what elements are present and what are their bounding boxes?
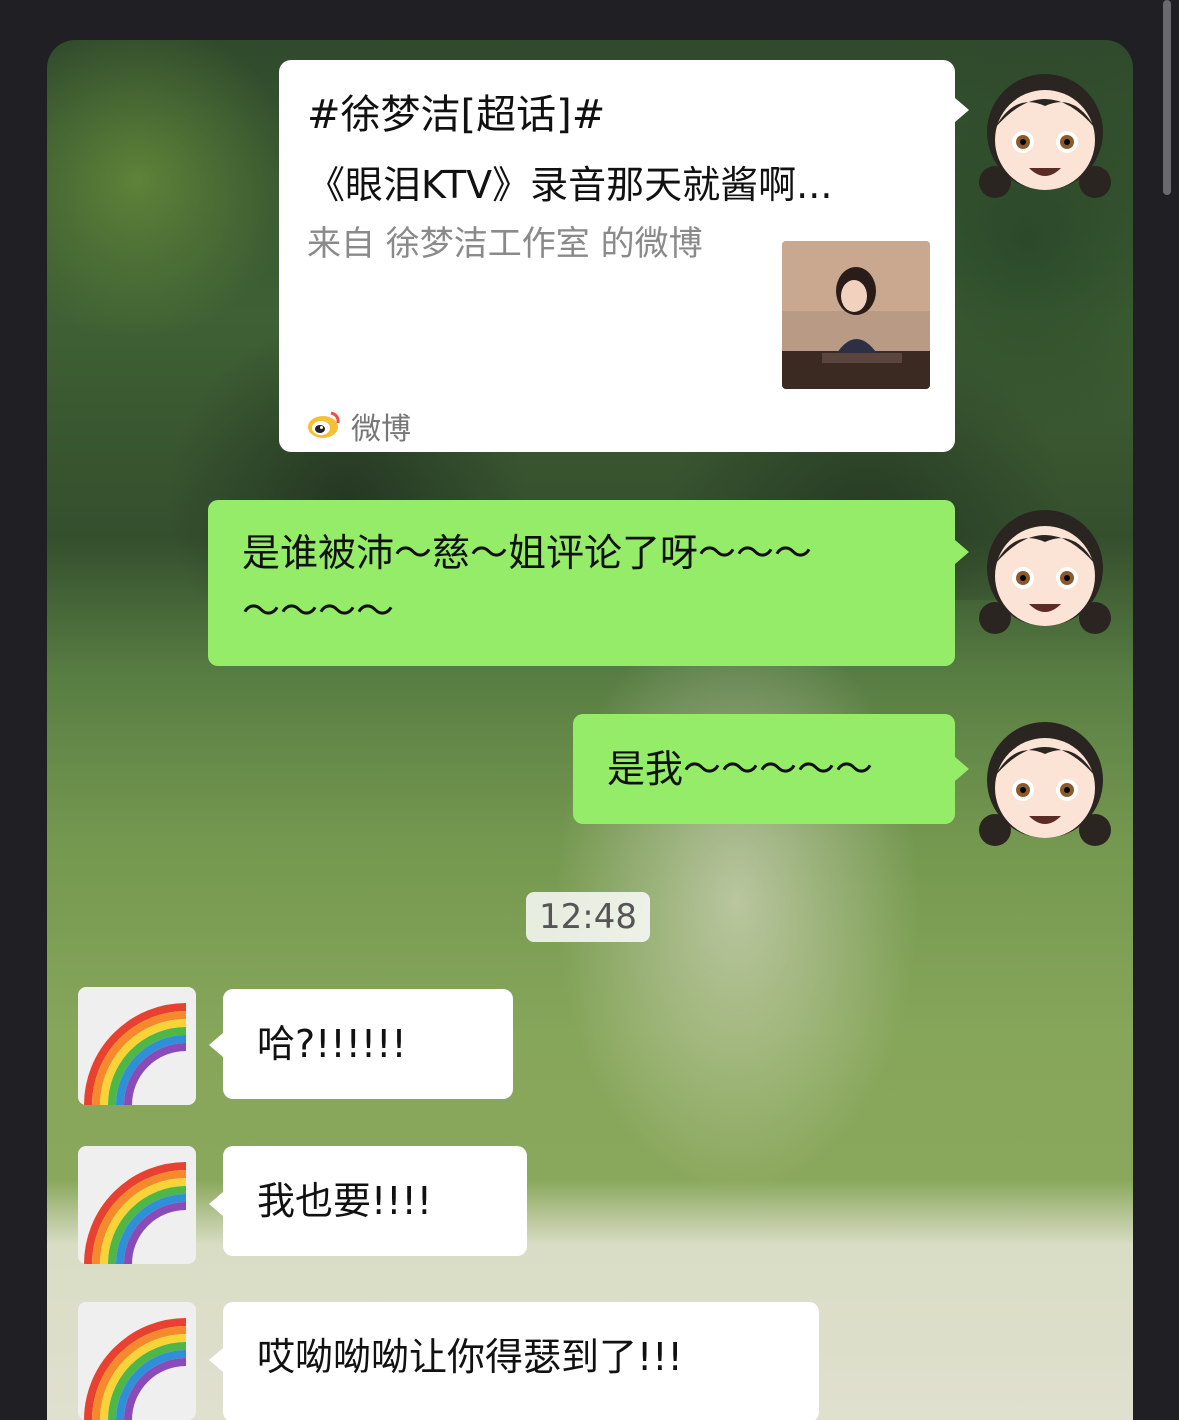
self-avatar[interactable] <box>965 44 1125 204</box>
card-thumbnail[interactable] <box>782 241 930 389</box>
scrollbar[interactable] <box>1163 0 1171 195</box>
message-text: 我也要!!!! <box>257 1179 432 1223</box>
card-footer: 微博 <box>307 406 411 447</box>
card-app-label: 微博 <box>351 412 411 447</box>
message-timestamp: 12:48 <box>526 892 650 942</box>
self-avatar[interactable] <box>965 692 1125 852</box>
message-text-line: 是谁被沛～慈～姐评论了呀～～～ <box>242 531 813 575</box>
message-text: 哎呦呦呦让你得瑟到了!!! <box>257 1335 683 1379</box>
sent-message-bubble[interactable]: 是我～～～～～ <box>573 714 955 824</box>
bubble-tail <box>209 1192 223 1216</box>
received-message-bubble[interactable]: 哎呦呦呦让你得瑟到了!!! <box>223 1302 819 1420</box>
message-text: 是我～～～～～ <box>607 747 874 791</box>
rainbow-avatar[interactable] <box>78 1146 196 1264</box>
card-source: 来自 徐梦洁工作室 的微博 <box>307 224 703 264</box>
received-message-bubble[interactable]: 我也要!!!! <box>223 1146 527 1256</box>
sent-message-bubble[interactable]: 是谁被沛～慈～姐评论了呀～～～ ～～～～ <box>208 500 955 666</box>
rainbow-avatar[interactable] <box>78 1302 196 1420</box>
message-text: 哈?!!!!!! <box>257 1022 407 1066</box>
weibo-share-card[interactable]: #徐梦洁[超话]# 《眼泪KTV》录音那天就酱啊... 来自 徐梦洁工作室 的微… <box>279 60 955 452</box>
card-description: 《眼泪KTV》录音那天就酱啊... <box>307 163 833 207</box>
bubble-tail <box>209 1348 223 1372</box>
card-title: #徐梦洁[超话]# <box>307 92 606 138</box>
chat-area[interactable]: #徐梦洁[超话]# 《眼泪KTV》录音那天就酱啊... 来自 徐梦洁工作室 的微… <box>47 40 1133 1420</box>
bubble-tail <box>209 1033 223 1057</box>
rainbow-avatar[interactable] <box>78 987 196 1105</box>
message-text-line: ～～～～ <box>242 589 395 633</box>
self-avatar[interactable] <box>965 480 1125 640</box>
weibo-icon <box>307 409 341 443</box>
received-message-bubble[interactable]: 哈?!!!!!! <box>223 989 513 1099</box>
